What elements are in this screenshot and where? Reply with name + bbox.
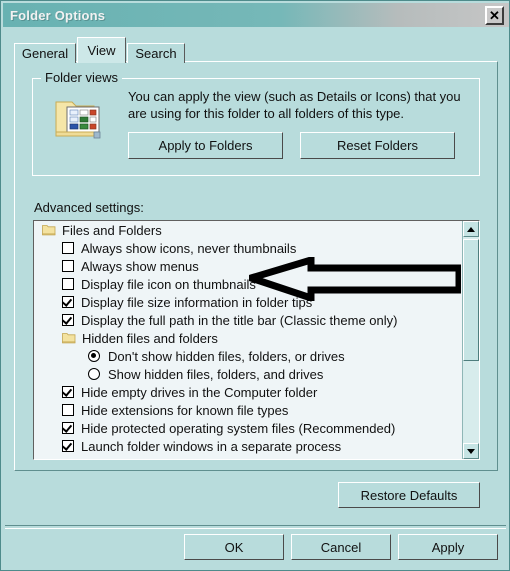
settings-checkbox-row[interactable]: Hide protected operating system files (R…	[34, 419, 462, 437]
settings-checkbox-row[interactable]: Display file size information in folder …	[34, 293, 462, 311]
checkbox[interactable]	[62, 440, 74, 452]
checkbox[interactable]	[62, 242, 74, 254]
scroll-up-arrow-icon[interactable]	[463, 221, 479, 237]
setting-label: Hide protected operating system files (R…	[81, 420, 396, 436]
settings-checkbox-row[interactable]: Always show menus	[34, 257, 462, 275]
settings-checkbox-row[interactable]: Launch folder windows in a separate proc…	[34, 437, 462, 455]
folder-icon	[62, 332, 76, 344]
settings-checkbox-row[interactable]: Hide empty drives in the Computer folder	[34, 383, 462, 401]
close-icon[interactable]: ✕	[485, 6, 504, 25]
checkbox[interactable]	[62, 296, 74, 308]
checkbox[interactable]	[62, 314, 74, 326]
title-bar: Folder Options ✕	[3, 3, 509, 27]
settings-radio-row[interactable]: Show hidden files, folders, and drives	[34, 365, 462, 383]
tab-view[interactable]: View	[77, 37, 126, 63]
setting-label: Hide empty drives in the Computer folder	[81, 384, 318, 400]
setting-label: Hide extensions for known file types	[81, 402, 289, 418]
radio-button[interactable]	[88, 368, 100, 380]
scroll-down-arrow-icon[interactable]	[463, 443, 479, 459]
setting-label: Files and Folders	[62, 222, 162, 238]
apply-to-folders-button[interactable]: Apply to Folders	[128, 132, 283, 159]
folder-icon	[42, 224, 56, 236]
settings-checkbox-row[interactable]: Always show icons, never thumbnails	[34, 239, 462, 257]
checkbox[interactable]	[62, 278, 74, 290]
tab-strip: General View Search	[14, 35, 498, 63]
folder-views-description: You can apply the view (such as Details …	[128, 89, 461, 121]
settings-checkbox-row[interactable]: Display the full path in the title bar (…	[34, 311, 462, 329]
restore-defaults-button[interactable]: Restore Defaults	[338, 482, 480, 508]
setting-label: Launch folder windows in a separate proc…	[81, 438, 342, 454]
ok-button[interactable]: OK	[184, 534, 284, 560]
advanced-settings-scrollbar[interactable]	[462, 221, 479, 459]
folder-views-group-label: Folder views	[41, 70, 122, 85]
setting-label: Display the full path in the title bar (…	[81, 312, 398, 328]
setting-label: Display file size information in folder …	[81, 294, 313, 310]
settings-radio-row[interactable]: Don't show hidden files, folders, or dri…	[34, 347, 462, 365]
folder-thumbnails-icon	[54, 94, 104, 140]
folder-options-dialog: Folder Options ✕ General View Search Fol…	[0, 0, 510, 571]
tab-search[interactable]: Search	[127, 43, 185, 63]
setting-label: Always show menus	[81, 258, 199, 274]
checkbox[interactable]	[62, 404, 74, 416]
settings-checkbox-row[interactable]: Display file icon on thumbnails	[34, 275, 462, 293]
settings-group-row: Hidden files and folders	[34, 329, 462, 347]
settings-checkbox-row[interactable]: Hide extensions for known file types	[34, 401, 462, 419]
scroll-thumb[interactable]	[463, 239, 479, 361]
window-title: Folder Options	[10, 7, 106, 23]
tab-general[interactable]: General	[14, 43, 76, 63]
setting-label: Always show icons, never thumbnails	[81, 240, 297, 256]
apply-button[interactable]: Apply	[398, 534, 498, 560]
setting-label: Hidden files and folders	[82, 330, 218, 346]
advanced-settings-list: Files and Folders Always show icons, neve…	[34, 221, 462, 459]
setting-label: Show hidden files, folders, and drives	[108, 366, 324, 382]
checkbox[interactable]	[62, 422, 74, 434]
advanced-settings-label: Advanced settings:	[34, 200, 144, 215]
setting-label: Display file icon on thumbnails	[81, 276, 256, 292]
advanced-settings-listbox[interactable]: Files and Folders Always show icons, neve…	[33, 220, 480, 460]
checkbox[interactable]	[62, 386, 74, 398]
settings-group-row: Files and Folders	[34, 221, 462, 239]
radio-button[interactable]	[88, 350, 100, 362]
cancel-button[interactable]: Cancel	[291, 534, 391, 560]
checkbox[interactable]	[62, 260, 74, 272]
setting-label: Don't show hidden files, folders, or dri…	[108, 348, 345, 364]
bottom-separator	[5, 525, 506, 529]
reset-folders-button[interactable]: Reset Folders	[300, 132, 455, 159]
